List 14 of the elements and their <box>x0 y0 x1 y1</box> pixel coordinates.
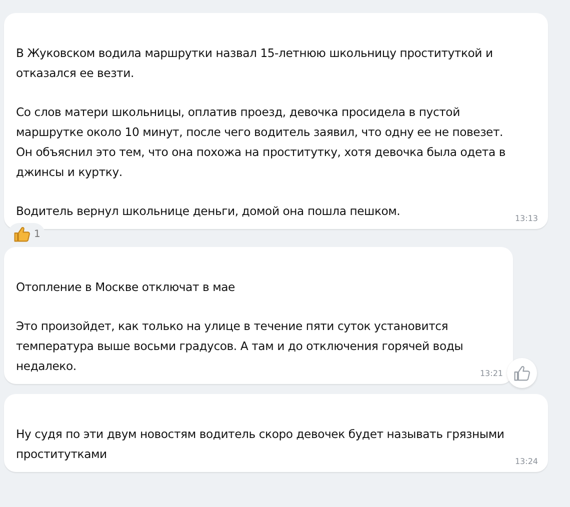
message-time: 13:24 <box>514 457 538 466</box>
reaction-count: 1 <box>34 228 40 240</box>
message-text: Отопление в Москве отключат в мае <box>16 279 236 296</box>
like-button[interactable] <box>507 358 537 388</box>
thumbs-up-icon <box>513 364 531 382</box>
message-time: 13:13 <box>514 214 538 223</box>
message-time: 13:21 <box>480 369 503 378</box>
thumbs-up-icon <box>13 225 31 243</box>
reaction-chip[interactable]: 1 <box>8 223 46 245</box>
message-text: Ну судя по эти двум новостям водитель скоро девочек будет называть грязными проститутками <box>16 426 506 463</box>
message-text: В Жуковском водила маршрутки назвал 15-летнюю школьницу проституткой и отказался ее везти. <box>16 45 494 82</box>
message-text: Со слов матери школьницы, оплатив проезд, девочка просидела в пустой маршрутке около 10 минут, после чего водитель заявил, что одну ее не повезет. Он объяснил это тем, что она похожа на проститутку, хотя девочка была одета в джинсы и куртку. <box>16 104 506 181</box>
message-text: Это произойдет, как только на улице в течение пяти суток установится температура выше восьми градусов. А там и до отключения горячей воды недалеко. <box>16 318 464 375</box>
message-text: Водитель вернул школьнице деньги, домой она пошла пешком. <box>16 203 402 220</box>
